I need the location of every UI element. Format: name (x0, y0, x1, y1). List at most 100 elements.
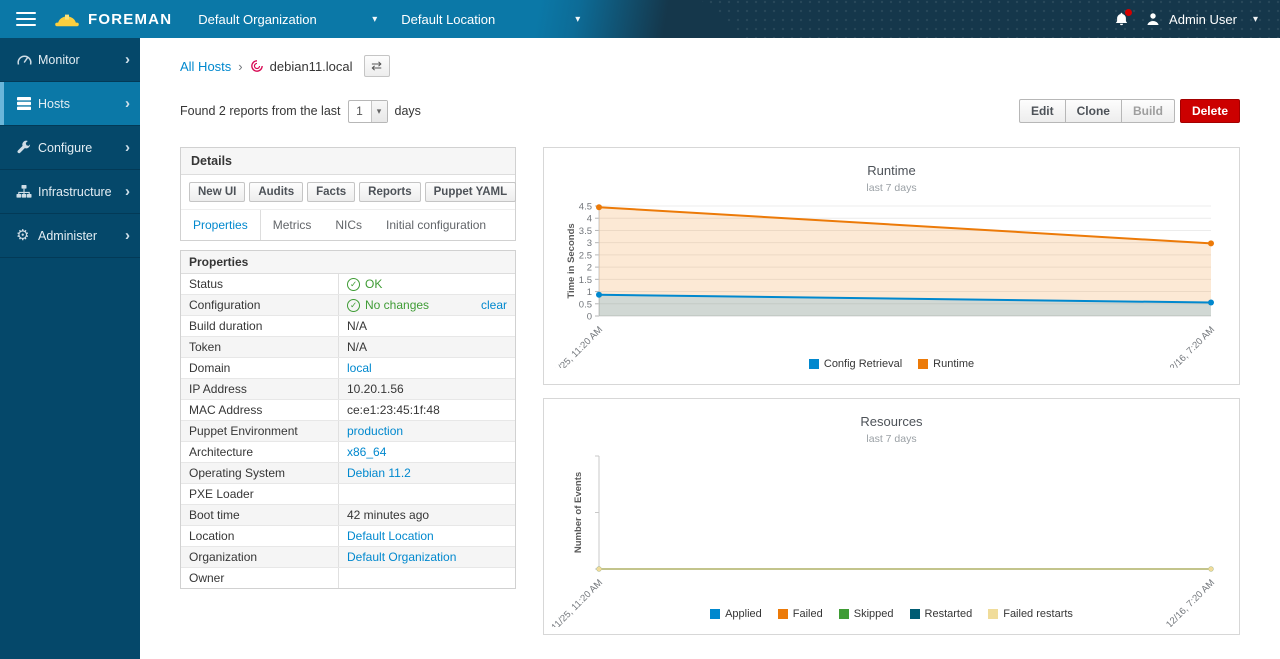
legend-item-failed-restarts[interactable]: Failed restarts (988, 608, 1073, 620)
org-selector[interactable]: Default Organization ▾ (198, 12, 377, 27)
property-value: x86_64 (339, 442, 515, 462)
hamburger-menu-icon[interactable] (16, 12, 36, 26)
sidebar-item-hosts[interactable]: Hosts› (0, 82, 140, 126)
facts-button[interactable]: Facts (307, 182, 355, 202)
property-value-link[interactable]: production (347, 424, 403, 438)
details-panel: Details New UIAuditsFactsReportsPuppet Y… (180, 147, 516, 241)
property-label: Owner (181, 568, 339, 588)
build-button: Build (1121, 99, 1175, 123)
chart-title: Resources (544, 399, 1239, 429)
property-row-ip-address: IP Address10.20.1.56 (181, 379, 515, 400)
clear-link[interactable]: clear (481, 298, 507, 312)
tab-initial-configuration[interactable]: Initial configuration (374, 210, 498, 240)
edit-button[interactable]: Edit (1019, 99, 1066, 123)
days-select[interactable]: 1 ▾ (348, 100, 388, 123)
notifications-bell-icon[interactable] (1114, 11, 1129, 27)
svg-text:2: 2 (587, 263, 592, 274)
chevron-down-icon: ▾ (372, 14, 377, 25)
property-value (339, 568, 515, 588)
property-value: ce:e1:23:45:1f:48 (339, 400, 515, 420)
property-label: Boot time (181, 505, 339, 525)
chart-title: Runtime (544, 148, 1239, 178)
reports-bar: Found 2 reports from the last 1 ▾ days E… (180, 99, 1240, 123)
top-navbar: FOREMAN Default Organization ▾ Default L… (0, 0, 1280, 38)
legend-item-restarted[interactable]: Restarted (910, 608, 973, 620)
runtime-chart-legend: Config Retrieval Runtime (544, 358, 1239, 370)
property-label: IP Address (181, 379, 339, 399)
properties-table-title: Properties (181, 251, 515, 274)
property-row-operating-system: Operating SystemDebian 11.2 (181, 463, 515, 484)
legend-color-swatch (778, 609, 788, 619)
property-row-boot-time: Boot time42 minutes ago (181, 505, 515, 526)
property-value: ✓OK (339, 274, 515, 294)
sidebar-item-administer[interactable]: ⚙Administer› (0, 214, 140, 258)
reports-button[interactable]: Reports (359, 182, 420, 202)
clone-button[interactable]: Clone (1065, 99, 1122, 123)
svg-text:1: 1 (587, 287, 592, 298)
svg-text:2.5: 2.5 (579, 250, 592, 261)
property-label: Location (181, 526, 339, 546)
check-circle-icon: ✓ (347, 278, 360, 291)
breadcrumb-separator: › (238, 59, 242, 74)
legend-color-swatch (809, 359, 819, 369)
reports-found-text: Found 2 reports from the last (180, 104, 341, 118)
host-action-buttons: Edit Clone Build (1019, 99, 1175, 123)
user-name: Admin User (1169, 12, 1237, 27)
chevron-down-icon: ▾ (371, 101, 387, 122)
properties-table: Properties Status✓OKConfiguration✓No cha… (180, 250, 516, 589)
sidebar-item-label: Hosts (38, 97, 125, 111)
legend-color-swatch (988, 609, 998, 619)
gauge-icon (16, 52, 38, 67)
tab-nics[interactable]: NICs (323, 210, 374, 240)
property-value (339, 484, 515, 504)
host-name: debian11.local (270, 59, 353, 74)
new-ui-button[interactable]: New UI (189, 182, 245, 202)
property-row-build-duration: Build durationN/A (181, 316, 515, 337)
notification-badge (1125, 9, 1132, 16)
tab-metrics[interactable]: Metrics (261, 210, 324, 240)
property-value-link[interactable]: local (347, 361, 372, 375)
runtime-chart-panel: Runtimelast 7 days00.511.522.533.544.511… (543, 147, 1240, 385)
property-value-link[interactable]: x86_64 (347, 445, 386, 459)
breadcrumb-all-hosts-link[interactable]: All Hosts (180, 59, 231, 74)
sidebar-item-infrastructure[interactable]: Infrastructure› (0, 170, 140, 214)
property-value-link[interactable]: Debian 11.2 (347, 466, 411, 480)
chart-subtitle: last 7 days (544, 433, 1239, 445)
sidebar-item-configure[interactable]: Configure› (0, 126, 140, 170)
wrench-icon (16, 140, 38, 155)
svg-text:3: 3 (587, 238, 592, 249)
property-value: N/A (339, 316, 515, 336)
legend-label: Restarted (925, 608, 973, 620)
puppet-yaml-button[interactable]: Puppet YAML (425, 182, 516, 202)
delete-button[interactable]: Delete (1180, 99, 1240, 123)
status-text: No changes (365, 298, 476, 312)
resources-chart-canvas: 11/25, 11:20 AM12/16, 7:20 AMNumber of E… (544, 449, 1239, 627)
property-label: Puppet Environment (181, 421, 339, 441)
user-menu[interactable]: Admin User ▾ (1145, 11, 1258, 27)
location-selector[interactable]: Default Location ▾ (401, 12, 580, 27)
property-label: MAC Address (181, 400, 339, 420)
property-value-link[interactable]: Default Organization (347, 550, 456, 564)
chevron-right-icon: › (125, 139, 130, 156)
host-switcher-button[interactable]: ⇄ (364, 55, 390, 77)
reports-days-text: days (395, 104, 421, 118)
foreman-logo[interactable]: FOREMAN (54, 10, 172, 29)
legend-item-config-retrieval[interactable]: Config Retrieval (809, 358, 902, 370)
legend-label: Applied (725, 608, 762, 620)
property-row-mac-address: MAC Addressce:e1:23:45:1f:48 (181, 400, 515, 421)
audits-button[interactable]: Audits (249, 182, 303, 202)
svg-text:3.5: 3.5 (579, 226, 592, 237)
runtime-chart-canvas: 00.511.522.533.544.511/25, 11:20 AM12/16… (544, 198, 1239, 368)
chart-subtitle: last 7 days (544, 182, 1239, 194)
property-value: 42 minutes ago (339, 505, 515, 525)
legend-item-skipped[interactable]: Skipped (839, 608, 894, 620)
sidebar-item-monitor[interactable]: Monitor› (0, 38, 140, 82)
sitemap-icon (16, 184, 38, 199)
legend-item-runtime[interactable]: Runtime (918, 358, 974, 370)
gear-icon: ⚙ (16, 228, 38, 243)
legend-item-applied[interactable]: Applied (710, 608, 762, 620)
property-value-link[interactable]: Default Location (347, 529, 434, 543)
legend-item-failed[interactable]: Failed (778, 608, 823, 620)
tab-properties[interactable]: Properties (181, 210, 261, 240)
property-label: Domain (181, 358, 339, 378)
